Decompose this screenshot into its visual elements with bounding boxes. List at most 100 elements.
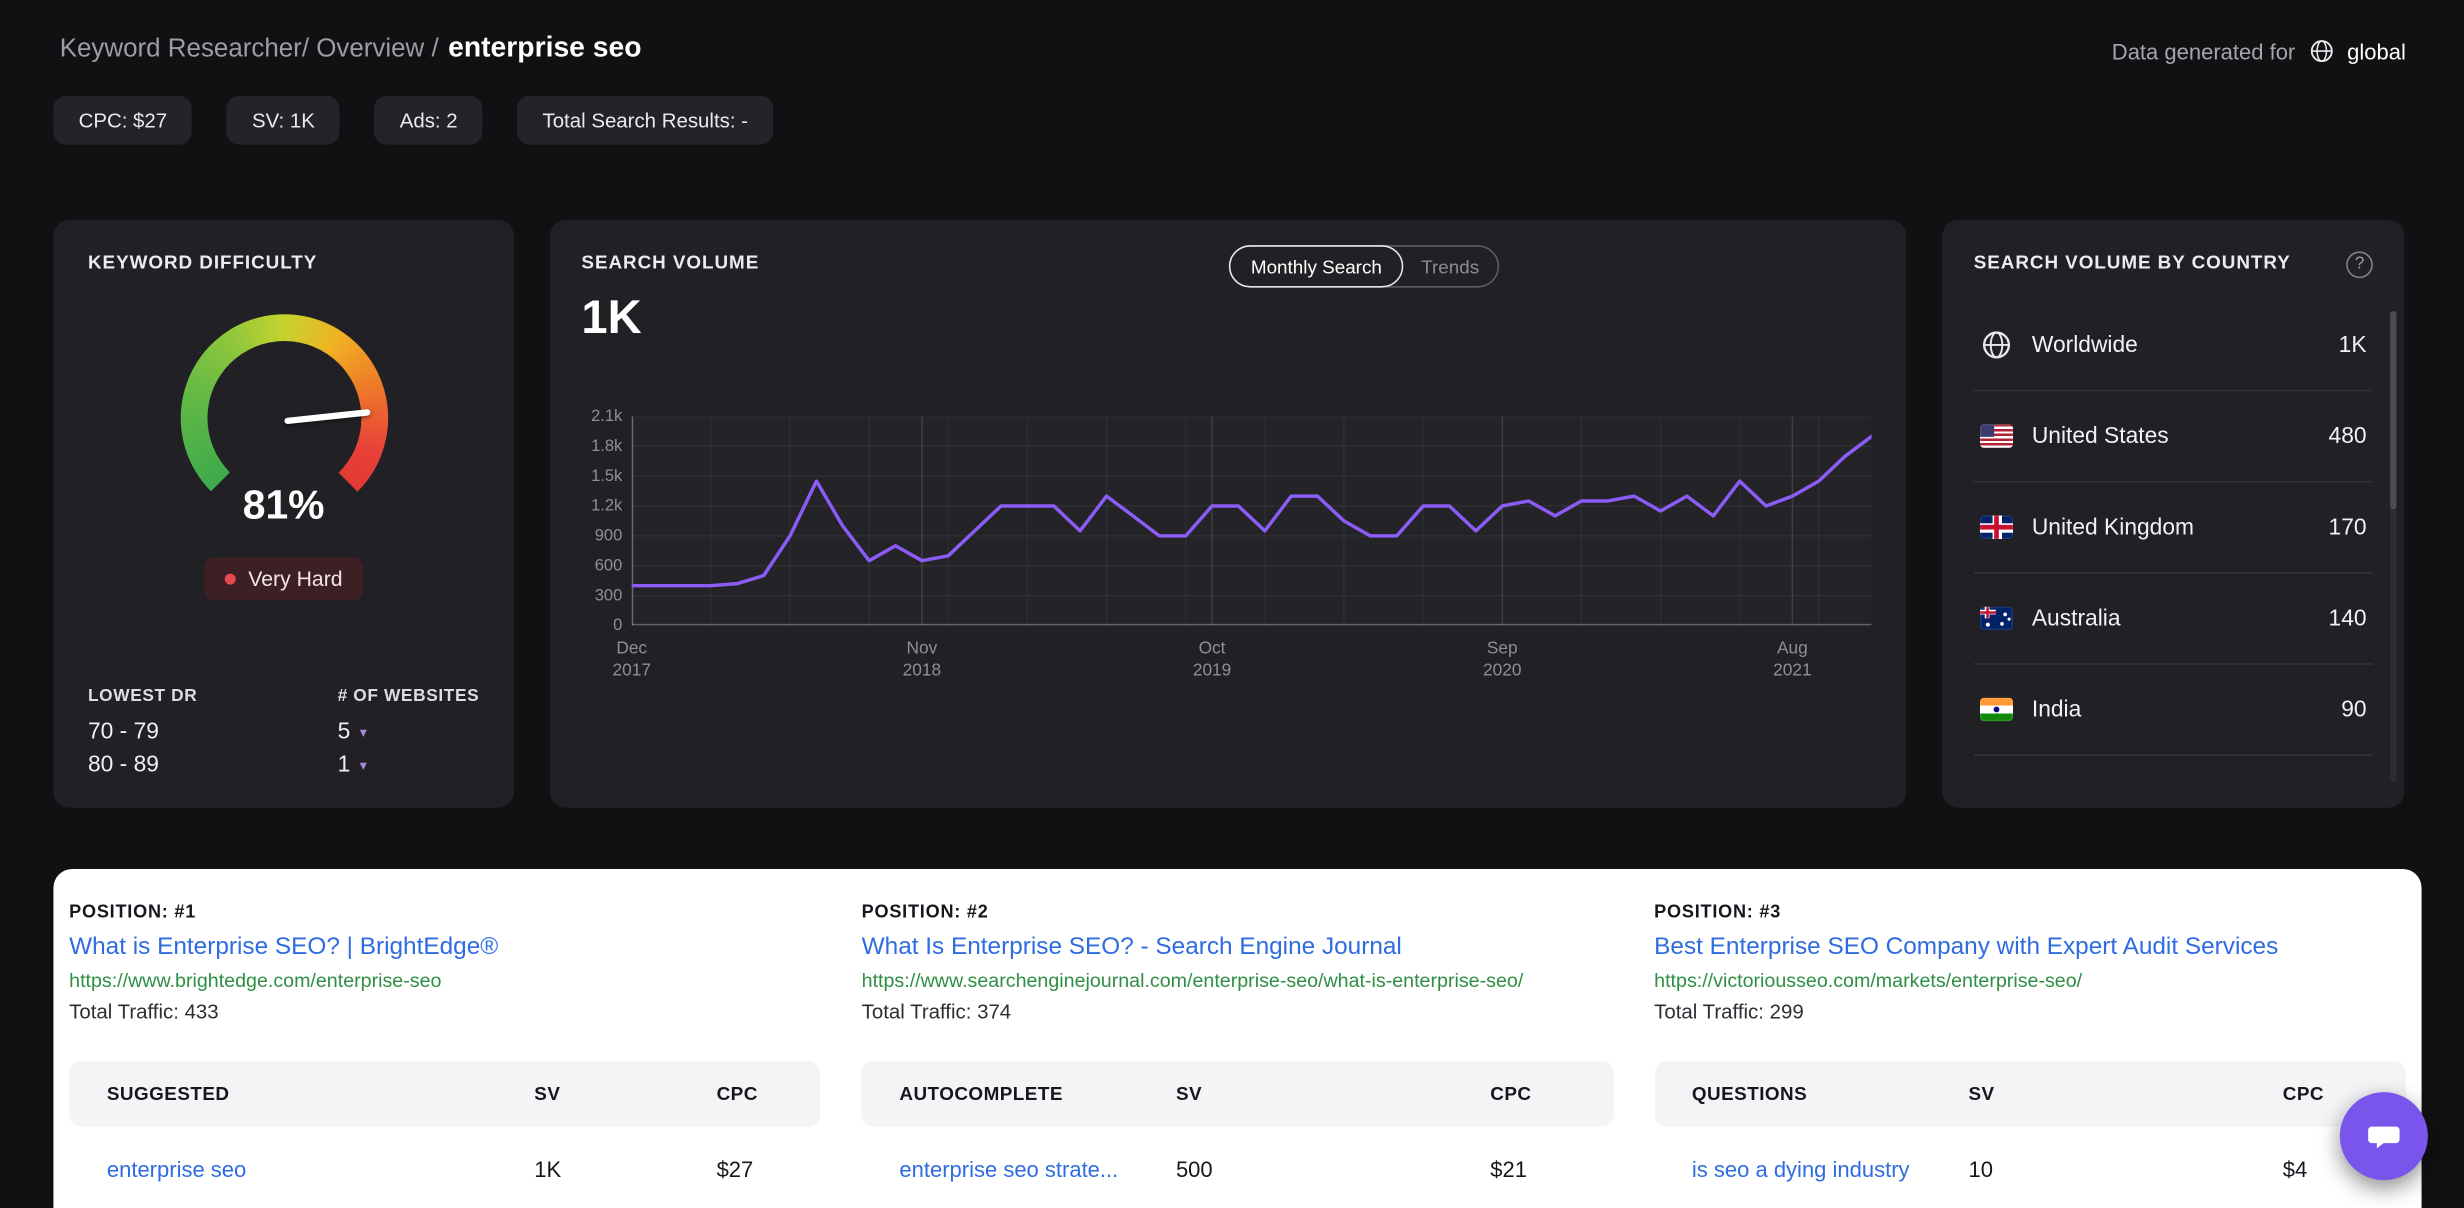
result-title-link[interactable]: What is Enterprise SEO? | BrightEdge® (69, 933, 821, 961)
keyword-link[interactable]: enterprise seo strate... (899, 1157, 1176, 1182)
lowest-dr-label: LOWEST DR (88, 686, 198, 706)
breadcrumb[interactable]: Keyword Researcher/ Overview / enterprise… (60, 31, 642, 63)
country-name: United States (2031, 423, 2169, 449)
autocomplete-table: AUTOCOMPLETE SV CPC enterprise seo strat… (861, 1060, 1614, 1208)
x-axis-label: Oct 2019 (1192, 639, 1232, 681)
result-title-link[interactable]: What Is Enterprise SEO? - Search Engine … (862, 933, 1614, 961)
chevron-down-icon: ▾ (359, 757, 367, 774)
uk-flag-icon (1980, 515, 2014, 539)
suggested-table: SUGGESTED SV CPC enterprise seo 1K $27 (69, 1060, 821, 1208)
australia-flag-icon (1980, 606, 2014, 631)
search-volume-card: SEARCH VOLUME Monthly Search Trends 1K 2… (550, 220, 1907, 808)
dr-range: 70 - 79 (88, 719, 159, 745)
result-url: https://victoriousseo.com/markets/enterp… (1654, 969, 2083, 992)
table-header: AUTOCOMPLETE SV CPC (861, 1060, 1614, 1127)
country-value: 1K (2338, 332, 2367, 358)
country-volume-card: SEARCH VOLUME BY COUNTRY ? Worldwide 1K … (1942, 220, 2405, 808)
country-list: Worldwide 1K United States 480 United Ki… (1973, 300, 2373, 756)
country-name: Australia (2031, 605, 2121, 631)
difficulty-badge: Very Hard (204, 557, 364, 601)
sv-cell: 10 (1968, 1156, 1993, 1182)
column-header: SV (1968, 1082, 1995, 1105)
cpc-cell: $21 (1490, 1156, 1527, 1182)
y-axis-label: 900 (594, 526, 623, 546)
result-url: https://www.searchenginejournal.com/ente… (861, 969, 1524, 992)
sv-cell: 1K (534, 1156, 562, 1182)
difficulty-badge-label: Very Hard (248, 567, 343, 591)
country-value: 480 (2328, 423, 2367, 449)
sv-chip: SV: 1K (226, 95, 340, 145)
y-axis-label: 1.8k (591, 436, 623, 456)
country-row: India 90 (1973, 665, 2373, 756)
globe-icon (2310, 40, 2333, 63)
result-column-1: POSITION: #1 What is Enterprise SEO? | B… (69, 904, 821, 1208)
toggle-trends[interactable]: Trends (1402, 249, 1498, 284)
breadcrumb-path[interactable]: Keyword Researcher/ Overview / (60, 35, 439, 63)
keyword-link[interactable]: enterprise seo (107, 1157, 534, 1182)
region-label: Data generated for (2111, 38, 2296, 64)
y-axis-label: 2.1k (591, 407, 623, 426)
scrollbar-thumb[interactable] (2390, 311, 2397, 510)
country-name: India (2031, 696, 2082, 723)
result-title-link[interactable]: Best Enterprise SEO Company with Expert … (1654, 933, 2406, 961)
x-axis-label: Sep 2020 (1482, 639, 1522, 681)
y-axis-label: 1.2k (591, 496, 623, 516)
keyword-link[interactable]: is seo a dying industry (1692, 1157, 1969, 1182)
table-row: is seo a dying industry 10 $4 (1654, 1127, 2406, 1208)
websites-count: 5 (337, 719, 351, 745)
column-header: QUESTIONS (1691, 1082, 1808, 1105)
result-column-3: POSITION: #3 Best Enterprise SEO Company… (1654, 904, 2406, 1208)
result-traffic: Total Traffic: 374 (861, 999, 1012, 1024)
column-header: CPC (716, 1082, 758, 1105)
websites-count: 1 (337, 752, 351, 778)
y-axis-label: 600 (594, 556, 623, 576)
column-header: CPC (1490, 1082, 1532, 1105)
country-name: United Kingdom (2031, 514, 2194, 540)
x-axis-label: Dec 2017 (612, 639, 651, 681)
search-volume-value: 1K (581, 292, 642, 345)
y-axis-label: 300 (594, 586, 623, 605)
chevron-down-icon: ▾ (359, 724, 367, 741)
app-window: Keyword Researcher/ Overview / enterprise… (0, 0, 2464, 1208)
questions-table: QUESTIONS SV CPC is seo a dying industry… (1654, 1060, 2406, 1208)
toggle-monthly-search[interactable]: Monthly Search (1228, 245, 1404, 288)
cpc-cell: $27 (716, 1156, 754, 1182)
topbar: Keyword Researcher/ Overview / enterprise… (60, 31, 2406, 78)
y-axis-label: 0 (613, 616, 623, 635)
region-value: global (2347, 38, 2406, 64)
india-flag-icon (1980, 697, 2014, 722)
country-value: 140 (2328, 605, 2367, 631)
y-axis-label: 1.5k (591, 466, 623, 486)
column-header: SUGGESTED (106, 1082, 230, 1105)
help-icon[interactable]: ? (2346, 251, 2373, 279)
keyword-difficulty-title: KEYWORD DIFFICULTY (88, 251, 318, 274)
column-header: SV (534, 1082, 561, 1105)
sv-cell: 500 (1175, 1156, 1213, 1182)
position-label: POSITION: #2 (861, 903, 989, 923)
plot-area: Dec 2017 Nov 2018 Oct 2019 Sep 2020 Aug 2021 (612, 416, 1872, 680)
chat-button[interactable] (2339, 1092, 2428, 1181)
country-value: 170 (2328, 514, 2367, 540)
dr-stats: LOWEST DR 70 - 79 80 - 89 # OF WEBSITES … (88, 687, 479, 783)
total-results-chip: Total Search Results: - (517, 95, 774, 145)
table-row: enterprise seo strate... 500 $21 (862, 1127, 1614, 1208)
search-volume-chart: 2.1k 1.8k 1.5k 1.2k 900 600 300 0 Dec 201… (581, 407, 1872, 680)
worldwide-globe-icon (1982, 331, 2011, 359)
scrollbar[interactable] (2390, 311, 2397, 783)
overview-cards: KEYWORD DIFFICULTY 81% Very Hard LOWEST … (53, 220, 2405, 808)
table-header: QUESTIONS SV CPC (1654, 1060, 2406, 1127)
badge-dot-icon (224, 573, 236, 585)
websites-count-dropdown[interactable]: 1 ▾ (338, 750, 480, 783)
top-results-panel: POSITION: #1 What is Enterprise SEO? | B… (53, 869, 2422, 1208)
region-selector[interactable]: Data generated for global (2112, 38, 2406, 65)
country-row: United States 480 (1973, 391, 2373, 483)
x-axis-label: Nov 2018 (902, 639, 942, 681)
column-header: AUTOCOMPLETE (899, 1082, 1063, 1105)
websites-count-dropdown[interactable]: 5 ▾ (338, 717, 480, 750)
result-traffic: Total Traffic: 299 (1654, 999, 1804, 1024)
volume-line-series (632, 416, 1872, 625)
result-column-2: POSITION: #2 What Is Enterprise SEO? - S… (861, 903, 1614, 1208)
us-flag-icon (1980, 424, 2014, 448)
keyword-difficulty-card: KEYWORD DIFFICULTY 81% Very Hard LOWEST … (53, 220, 514, 808)
country-value: 90 (2341, 696, 2367, 723)
